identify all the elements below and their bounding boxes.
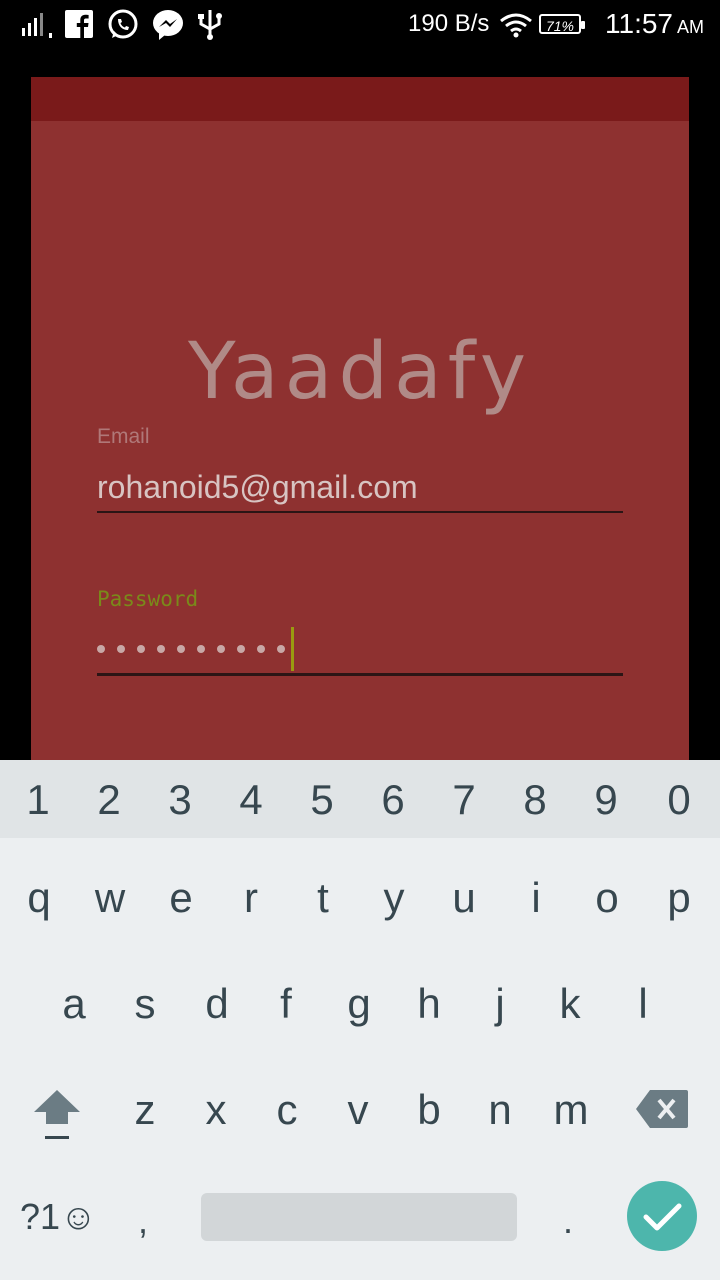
password-underline	[97, 673, 623, 676]
password-dot	[277, 645, 285, 653]
password-dot	[197, 645, 205, 653]
clock-time: 11:57	[605, 8, 673, 39]
password-dot	[157, 645, 165, 653]
symbols-key[interactable]: ?1☺	[20, 1196, 97, 1238]
key-v[interactable]: v	[328, 1086, 388, 1134]
check-icon	[643, 1203, 682, 1231]
key-o[interactable]: o	[577, 874, 637, 922]
key-g[interactable]: g	[329, 980, 389, 1028]
key-c[interactable]: c	[257, 1086, 317, 1134]
key-n[interactable]: n	[470, 1086, 530, 1134]
battery-icon: 71%	[539, 14, 585, 34]
key-q[interactable]: q	[9, 874, 69, 922]
text-cursor	[291, 627, 294, 671]
key-p[interactable]: p	[649, 874, 709, 922]
key-k[interactable]: k	[540, 980, 600, 1028]
key-b[interactable]: b	[399, 1086, 459, 1134]
period-key[interactable]: .	[563, 1200, 573, 1242]
key-y[interactable]: y	[364, 874, 424, 922]
key-9[interactable]: 9	[576, 776, 636, 824]
comma-key[interactable]: ,	[138, 1200, 148, 1242]
app-toolbar	[31, 77, 689, 121]
clock-ampm: AM	[677, 17, 704, 37]
signal-icon	[22, 13, 52, 38]
number-row: 1 2 3 4 5 6 7 8 9 0	[0, 760, 720, 838]
key-i[interactable]: i	[506, 874, 566, 922]
backspace-icon[interactable]	[636, 1090, 688, 1128]
usb-icon	[198, 10, 222, 40]
password-dot	[97, 645, 105, 653]
key-h[interactable]: h	[399, 980, 459, 1028]
space-bar[interactable]	[201, 1193, 517, 1241]
whatsapp-icon	[108, 9, 138, 39]
key-d[interactable]: d	[187, 980, 247, 1028]
key-3[interactable]: 3	[150, 776, 210, 824]
key-j[interactable]: j	[470, 980, 530, 1028]
key-8[interactable]: 8	[505, 776, 565, 824]
key-w[interactable]: w	[80, 874, 140, 922]
messenger-icon	[153, 10, 183, 40]
facebook-icon	[65, 10, 93, 38]
password-dot	[117, 645, 125, 653]
password-label: Password	[97, 587, 199, 611]
password-dot	[177, 645, 185, 653]
key-f[interactable]: f	[256, 980, 316, 1028]
key-2[interactable]: 2	[79, 776, 139, 824]
email-underline	[97, 511, 623, 513]
password-dot	[257, 645, 265, 653]
email-field[interactable]: rohanoid5@gmail.com	[97, 469, 418, 506]
enter-button[interactable]	[627, 1181, 697, 1251]
key-0[interactable]: 0	[649, 776, 709, 824]
key-r[interactable]: r	[221, 874, 281, 922]
email-label: Email	[97, 425, 150, 448]
password-dot	[217, 645, 225, 653]
wifi-icon	[500, 13, 532, 38]
clock: 11:57 AM	[605, 8, 704, 40]
password-field[interactable]	[97, 627, 294, 671]
key-l[interactable]: l	[613, 980, 673, 1028]
app-logo: Yaadafy	[187, 327, 533, 417]
login-screen: Yaadafy Email rohanoid5@gmail.com Passwo…	[31, 77, 689, 760]
status-bar: 190 B/s 71% 11:57 AM	[0, 0, 720, 52]
shift-icon[interactable]	[32, 1088, 82, 1144]
key-e[interactable]: e	[151, 874, 211, 922]
key-u[interactable]: u	[434, 874, 494, 922]
key-x[interactable]: x	[186, 1086, 246, 1134]
key-5[interactable]: 5	[292, 776, 352, 824]
key-z[interactable]: z	[115, 1086, 175, 1134]
password-dot	[237, 645, 245, 653]
key-m[interactable]: m	[541, 1086, 601, 1134]
key-t[interactable]: t	[293, 874, 353, 922]
key-6[interactable]: 6	[363, 776, 423, 824]
key-7[interactable]: 7	[434, 776, 494, 824]
key-a[interactable]: a	[44, 980, 104, 1028]
key-s[interactable]: s	[115, 980, 175, 1028]
key-1[interactable]: 1	[8, 776, 68, 824]
password-dot	[137, 645, 145, 653]
soft-keyboard: 1 2 3 4 5 6 7 8 9 0 q w e r t y u i o p …	[0, 760, 720, 1280]
network-speed: 190 B/s	[408, 10, 490, 37]
key-4[interactable]: 4	[221, 776, 281, 824]
